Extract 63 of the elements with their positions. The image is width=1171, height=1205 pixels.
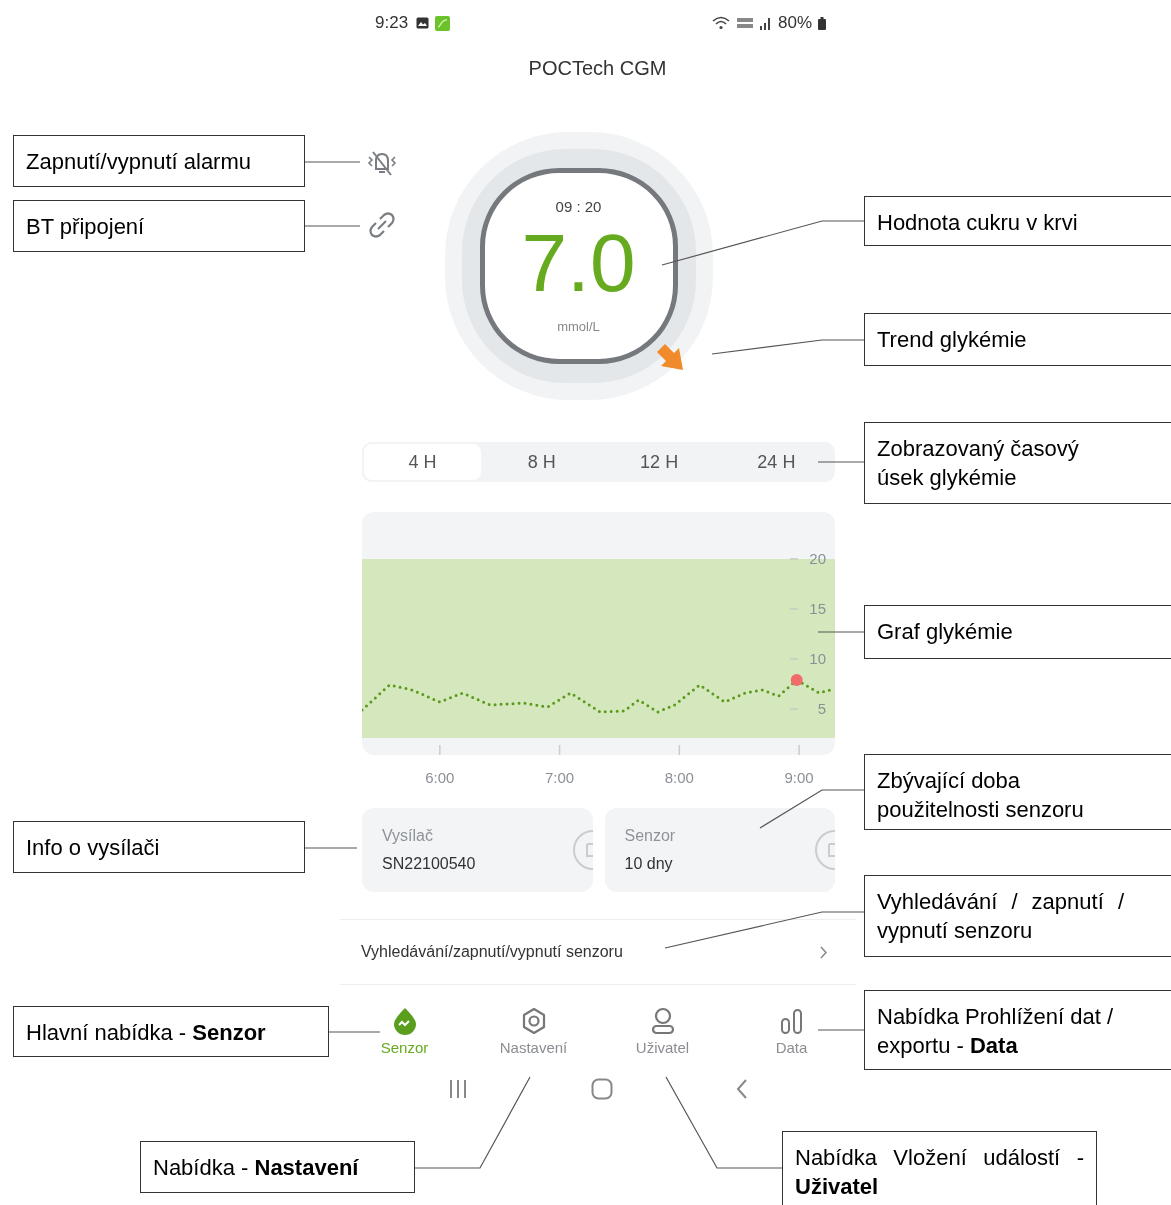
info-card[interactable]: Vysílač SN22100540: [362, 808, 593, 892]
callout-label: Vyhledávání / zapnutí / vypnutí senzoru: [864, 875, 1171, 957]
app-icon: [435, 15, 451, 31]
sensor-search-row[interactable]: Vyhledávání/zapnutí/vypnutí senzoru: [340, 919, 856, 985]
callout-label: Hlavní nabídka - Senzor: [13, 1006, 329, 1057]
callout-label: Graf glykémie: [864, 605, 1171, 659]
leader-line: [817, 1029, 865, 1031]
y-tick-label: 15: [809, 600, 826, 617]
y-tick-label: 20: [809, 550, 826, 567]
y-tick-label: 5: [817, 700, 826, 717]
user-icon: [649, 1007, 676, 1035]
battery-icon: [818, 16, 826, 30]
x-tick-label: 8:00: [664, 769, 694, 786]
signal-icon: [759, 16, 772, 30]
nav-tab[interactable]: Nastavení: [469, 1007, 598, 1056]
callout-label: Nabídka - Nastavení: [140, 1141, 415, 1193]
range-tab[interactable]: 24 H: [717, 442, 835, 482]
card-value: 10 dny: [624, 855, 674, 873]
status-time: 9:23: [375, 13, 409, 33]
callout-label: Zbývající doba použitelnosti senzoru: [864, 754, 1171, 830]
leader-line: [304, 847, 358, 849]
callout-label: Zapnutí/vypnutí alarmu: [13, 135, 305, 187]
callout-label: Zobrazovaný časový úsek glykémie: [864, 422, 1171, 504]
callout-label: Nabídka Prohlížení dat / exportu - Data: [864, 990, 1171, 1070]
card-value: SN22100540: [382, 855, 476, 873]
range-tab[interactable]: 12 H: [600, 442, 718, 482]
leader-line: [304, 225, 361, 227]
device-icon: [813, 828, 835, 872]
back-icon[interactable]: [735, 1078, 749, 1100]
bar-chart-icon: [778, 1007, 805, 1035]
x-tick-label: 9:00: [784, 769, 814, 786]
device-icon: [570, 828, 593, 872]
leader-line: [817, 461, 865, 463]
image-icon: [416, 17, 430, 29]
callout-label: Hodnota cukru v krvi: [864, 196, 1171, 246]
callout-label: Info o vysílači: [13, 821, 305, 873]
x-tick-label: 7:00: [545, 769, 575, 786]
x-tick-label: 6:00: [425, 769, 455, 786]
wifi-icon: [711, 16, 730, 30]
reading-time: 09 : 20: [555, 198, 602, 215]
home-icon[interactable]: [591, 1078, 613, 1100]
drop-icon: [391, 1007, 418, 1035]
info-card[interactable]: Senzor 10 dny: [604, 808, 835, 892]
battery-level: 80%: [777, 13, 812, 33]
leader-line: [817, 631, 865, 633]
card-label: Senzor: [624, 827, 676, 845]
card-label: Vysílač: [382, 827, 434, 845]
glucose-unit: mmol/L: [557, 319, 600, 334]
recent-apps-icon[interactable]: [447, 1079, 469, 1099]
leader-line: [328, 1031, 381, 1033]
network-icon: [735, 16, 754, 30]
range-tab[interactable]: 4 H: [362, 442, 484, 482]
range-tab[interactable]: 8 H: [483, 442, 601, 482]
link-icon[interactable]: [367, 210, 397, 240]
chevron-right-icon: [820, 945, 828, 959]
callout-label: BT připojení: [13, 200, 305, 252]
callout-label: Nabídka Vložení událostí - Uživatel: [782, 1131, 1097, 1205]
current-point: [790, 674, 803, 686]
callout-label: Trend glykémie: [864, 313, 1171, 366]
y-tick-label: 10: [809, 650, 826, 667]
app-title: POCTech CGM: [527, 56, 668, 81]
glucose-value: 7.0: [521, 221, 636, 305]
leader-line: [304, 161, 361, 163]
